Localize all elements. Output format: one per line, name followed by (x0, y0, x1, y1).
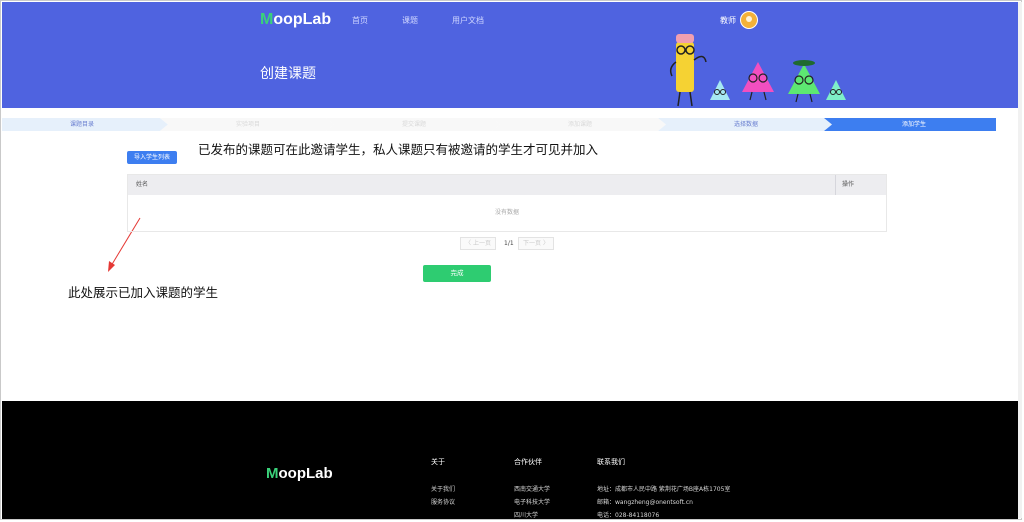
column-divider (835, 175, 836, 195)
mint-mascot (826, 80, 846, 100)
footer-address: 地址：成都市人民中路 紫荆花广场B座A栋1705室 (597, 486, 731, 493)
footer-logo: MoopLab (266, 465, 333, 482)
students-table: 姓名 操作 没有数据 (127, 174, 887, 232)
step-select-data[interactable]: 选择数据 (666, 118, 826, 131)
step-submit[interactable]: 提交课题 (334, 118, 494, 131)
step-add-topic[interactable]: 添加课题 (500, 118, 660, 131)
nav-topics[interactable]: 课题 (402, 15, 418, 26)
scrollbar[interactable] (1018, 2, 1022, 518)
annotation-left: 此处展示已加入课题的学生 (68, 285, 219, 300)
column-name: 姓名 (136, 181, 149, 188)
column-actions: 操作 (842, 181, 855, 188)
footer-partner-item[interactable]: 电子科技大学 (514, 497, 550, 506)
page-indicator: 1/1 (504, 240, 514, 247)
footer-terms-link[interactable]: 服务协议 (431, 497, 455, 506)
footer-about-title: 关于 (431, 458, 445, 466)
annotation-top: 已发布的课题可在此邀请学生，私人课题只有被邀请的学生才可见并加入 (198, 142, 599, 157)
step-topic-directory[interactable]: 课题目录 (2, 118, 162, 131)
footer-partners-title: 合作伙伴 (514, 458, 542, 466)
page-title: 创建课题 (260, 66, 316, 82)
import-students-button[interactable]: 导入学生列表 (127, 151, 177, 164)
brand-logo[interactable]: MoopLab (260, 11, 331, 29)
empty-state-text: 没有数据 (494, 209, 519, 216)
done-button[interactable]: 完成 (423, 265, 491, 282)
nav-home[interactable]: 首页 (352, 15, 368, 26)
footer: MoopLab 关于 关于我们 服务协议 合作伙伴 西南交通大学 电子科技大学 … (2, 401, 1018, 519)
user-role-label[interactable]: 教师 (720, 15, 736, 26)
footer-email[interactable]: 邮箱：wangzheng@onentsoft.cn (597, 497, 693, 506)
pink-mascot (742, 62, 774, 92)
footer-about-us-link[interactable]: 关于我们 (431, 484, 455, 493)
footer-contact-title: 联系我们 (597, 458, 625, 466)
step-add-students[interactable]: 添加学生 (832, 118, 996, 131)
mascot-illustration (669, 34, 846, 107)
cyan-mascot (710, 80, 730, 100)
nav-user-docs[interactable]: 用户文档 (452, 15, 484, 26)
prev-page-button[interactable]: 〈 上一页 (460, 237, 496, 250)
step-progress-bar: 课题目录 实验项目 提交课题 添加课题 选择数据 添加学生 (2, 118, 996, 131)
footer-partner-item[interactable]: 西南交通大学 (514, 484, 550, 493)
next-page-button[interactable]: 下一页 〉 (518, 237, 554, 250)
avatar[interactable] (740, 11, 758, 29)
step-experiment[interactable]: 实验项目 (168, 118, 328, 131)
table-header: 姓名 操作 (128, 175, 886, 195)
header-banner: MoopLab 首页 课题 用户文档 教师 创建课题 (2, 2, 1018, 108)
green-mascot (788, 64, 820, 94)
footer-partner-item[interactable]: 四川大学 (514, 510, 538, 519)
footer-phone: 电话：028-84118076 (597, 512, 660, 519)
